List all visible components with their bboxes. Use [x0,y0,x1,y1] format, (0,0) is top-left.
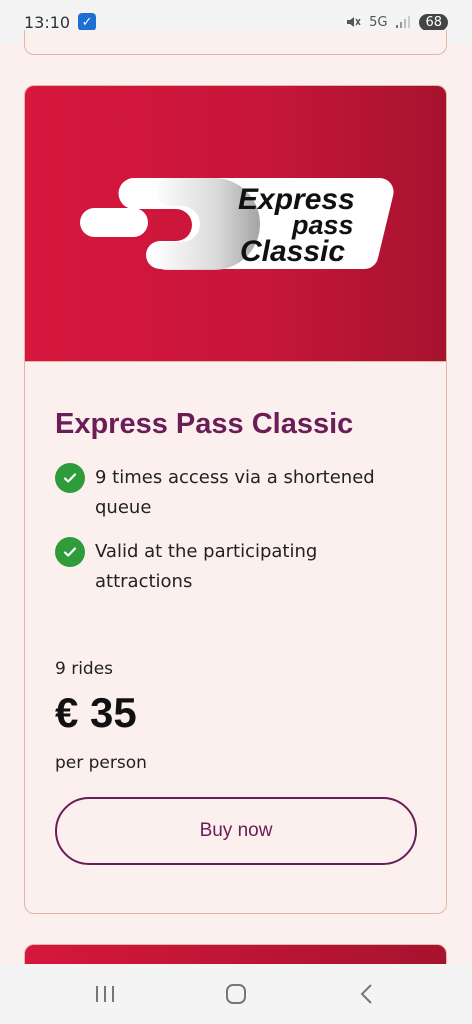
recent-apps-button[interactable] [75,974,135,1014]
card-body: Express Pass Classic 9 times access via … [25,408,446,773]
check-circle-icon [55,537,85,567]
status-left: 13:10 ✓ [24,12,97,32]
per-person-label: per person [55,753,147,773]
status-time: 13:10 [24,12,71,32]
5g-icon: 5G [369,14,388,30]
rides-count: 9 rides [55,659,114,679]
back-icon [360,984,372,1004]
navigation-bar [0,964,472,1024]
screen: 13:10 ✓ 5G 68 Express pass Classic Expre… [0,0,472,1024]
logo-text-classic: Classic [240,235,345,268]
product-card: Express pass Classic Express Pass Classi… [24,85,447,914]
express-pass-logo: Express pass Classic [80,178,394,270]
battery-icon: 68 [419,13,448,31]
mute-icon [347,17,361,27]
home-icon [225,984,246,1004]
checkbox-icon: ✓ [78,13,97,31]
product-title: Express Pass Classic [55,408,354,440]
feature-text: Valid at the participating attractions [95,541,318,592]
signal-icon [396,16,411,28]
status-right: 5G 68 [345,13,448,31]
feature-text: 9 times access via a shortened queue [95,467,375,518]
recent-apps-icon [96,986,115,1002]
product-banner: Express pass Classic [25,86,446,362]
price: € 35 [55,689,137,736]
home-button[interactable] [206,974,266,1014]
feature-item: Valid at the participating attractions [55,537,416,597]
check-circle-icon [55,463,85,493]
buy-now-button[interactable]: Buy now [55,797,417,865]
feature-item: 9 times access via a shortened queue [55,463,416,523]
previous-card [24,30,447,55]
feature-list: 9 times access via a shortened queue Val… [55,463,416,597]
back-button[interactable] [337,974,397,1014]
